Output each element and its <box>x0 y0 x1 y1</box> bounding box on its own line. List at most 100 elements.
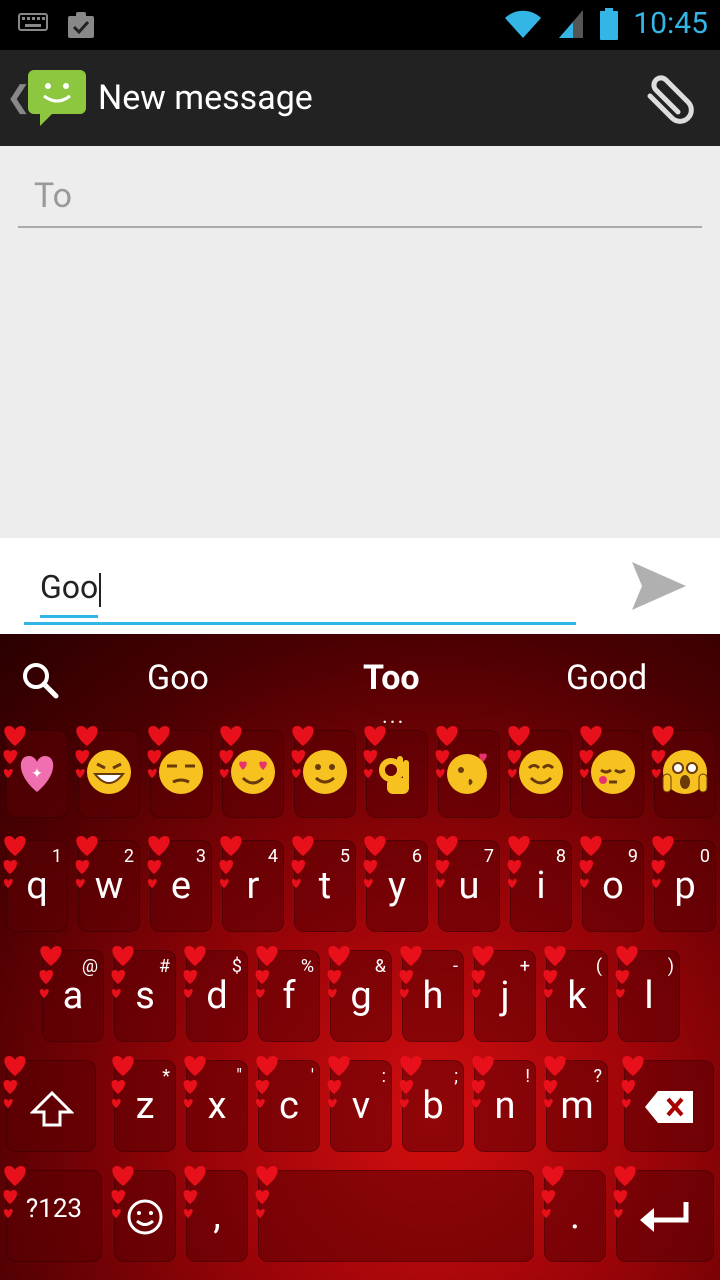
emoji-key-grinning-squinting[interactable] <box>75 726 140 818</box>
key-r[interactable]: r4 <box>219 836 284 932</box>
messaging-app-icon[interactable] <box>26 66 88 128</box>
key-y[interactable]: y6 <box>363 836 428 932</box>
key-label: c <box>279 1084 299 1128</box>
sleepy-emoji-icon <box>591 750 635 794</box>
enter-key[interactable] <box>613 1166 714 1262</box>
emoji-key-smiling[interactable] <box>507 726 572 818</box>
key-hint: 3 <box>195 846 206 867</box>
key-label: n <box>494 1084 516 1128</box>
clipboard-check-icon <box>68 12 94 38</box>
key-l[interactable]: l) <box>615 946 680 1042</box>
key-label: y <box>388 864 406 908</box>
key-label: ?123 <box>25 1194 83 1224</box>
kissing-heart-emoji-icon <box>447 753 487 794</box>
compose-area <box>0 146 720 538</box>
composing-underline <box>40 615 98 618</box>
heart-decoration-icon <box>250 1164 284 1220</box>
key-k[interactable]: k( <box>543 946 608 1042</box>
key-hint: ! <box>525 1066 530 1087</box>
key-hint: : <box>381 1066 386 1087</box>
key-label: g <box>350 974 372 1018</box>
emoji-key-slightly-smiling[interactable] <box>291 726 356 818</box>
key-hint: @ <box>81 956 98 977</box>
heart-decoration-icon <box>608 1164 642 1220</box>
key-d[interactable]: d $ <box>183 946 248 1042</box>
symbols-key[interactable]: ?123 <box>3 1166 102 1262</box>
key-a[interactable]: a @ <box>39 946 104 1042</box>
emoji-key-ok-hand[interactable] <box>363 726 428 818</box>
key-label: q <box>26 864 48 908</box>
key-hint: 9 <box>627 846 638 867</box>
emoji-mode-key[interactable] <box>111 1166 176 1262</box>
key-h[interactable]: h- <box>399 946 464 1042</box>
key-o[interactable]: o9 <box>579 836 644 932</box>
key-i[interactable]: i8 <box>507 836 572 932</box>
suggestion-item[interactable]: Good <box>566 658 647 698</box>
message-text[interactable]: Goo <box>40 568 101 607</box>
key-n[interactable]: n! <box>471 1056 536 1152</box>
suggestion-item-primary[interactable]: Too <box>363 658 420 698</box>
key-label: o <box>602 864 624 908</box>
emoji-key-unamused[interactable] <box>147 726 212 818</box>
key-label: s <box>135 974 155 1018</box>
smiling-emoji-icon <box>519 750 563 794</box>
key-label: w <box>94 864 124 908</box>
key-f[interactable]: f% <box>255 946 320 1042</box>
key-v[interactable]: v: <box>327 1056 392 1152</box>
recipient-input[interactable] <box>18 170 718 216</box>
ok-hand-emoji-icon <box>379 756 409 794</box>
key-hint: 4 <box>267 846 278 867</box>
key-label: a <box>62 974 84 1018</box>
key-hint: 1 <box>51 846 62 867</box>
key-label: . <box>569 1194 581 1238</box>
shift-key[interactable] <box>3 1056 96 1152</box>
backspace-key[interactable] <box>621 1056 714 1152</box>
key-label: d <box>206 974 228 1018</box>
suggestion-item[interactable]: Goo <box>147 658 209 698</box>
key-hint: 7 <box>483 846 494 867</box>
key-t[interactable]: t5 <box>291 836 356 932</box>
emoji-key-sparkling-heart[interactable]: ✦ <box>3 726 68 818</box>
key-j[interactable]: j + <box>471 946 536 1042</box>
key-u[interactable]: u7 <box>435 836 500 932</box>
send-icon[interactable] <box>628 556 688 616</box>
emoji-key-kissing-heart[interactable] <box>435 726 500 818</box>
suggestion-strip: Goo Too ... Good <box>0 634 720 729</box>
key-x[interactable]: x " <box>183 1056 248 1152</box>
attach-paperclip-icon[interactable] <box>638 68 698 128</box>
key-label: t <box>318 864 332 908</box>
emoji-key-sleepy[interactable] <box>579 726 644 818</box>
key-label: f <box>282 974 296 1018</box>
clock-time: 10:45 <box>633 6 708 41</box>
key-b[interactable]: b; <box>399 1056 464 1152</box>
smiley-icon <box>127 1199 163 1235</box>
key-z[interactable]: z * <box>111 1056 176 1152</box>
key-hint: 0 <box>699 846 710 867</box>
wifi-icon <box>505 10 542 38</box>
comma-key[interactable]: , <box>183 1166 248 1262</box>
key-hint: + <box>519 956 530 977</box>
key-hint: 8 <box>555 846 566 867</box>
recipient-field[interactable] <box>18 170 718 228</box>
key-e[interactable]: e3 <box>147 836 212 932</box>
message-input[interactable]: Goo <box>24 558 576 625</box>
key-label: i <box>536 864 546 908</box>
search-icon[interactable] <box>20 660 60 700</box>
key-p[interactable]: p0 <box>651 836 716 932</box>
heart-decoration-icon <box>0 1054 32 1110</box>
space-key[interactable] <box>255 1166 534 1262</box>
period-key[interactable]: . <box>541 1166 606 1262</box>
key-m[interactable]: m? <box>543 1056 608 1152</box>
shift-arrow-icon <box>30 1090 74 1127</box>
key-label: , <box>213 1194 221 1238</box>
key-w[interactable]: w2 <box>75 836 140 932</box>
key-s[interactable]: s # <box>111 946 176 1042</box>
key-q[interactable]: q1 <box>3 836 68 932</box>
key-c[interactable]: c ' <box>255 1056 320 1152</box>
key-g[interactable]: g & <box>327 946 392 1042</box>
emoji-key-heart-eyes[interactable] <box>219 726 284 818</box>
keyboard-icon <box>18 13 48 31</box>
emoji-key-screaming[interactable] <box>651 726 716 818</box>
grinning-squinting-emoji-icon <box>87 750 131 794</box>
more-suggestions-indicator: ... <box>382 704 406 729</box>
